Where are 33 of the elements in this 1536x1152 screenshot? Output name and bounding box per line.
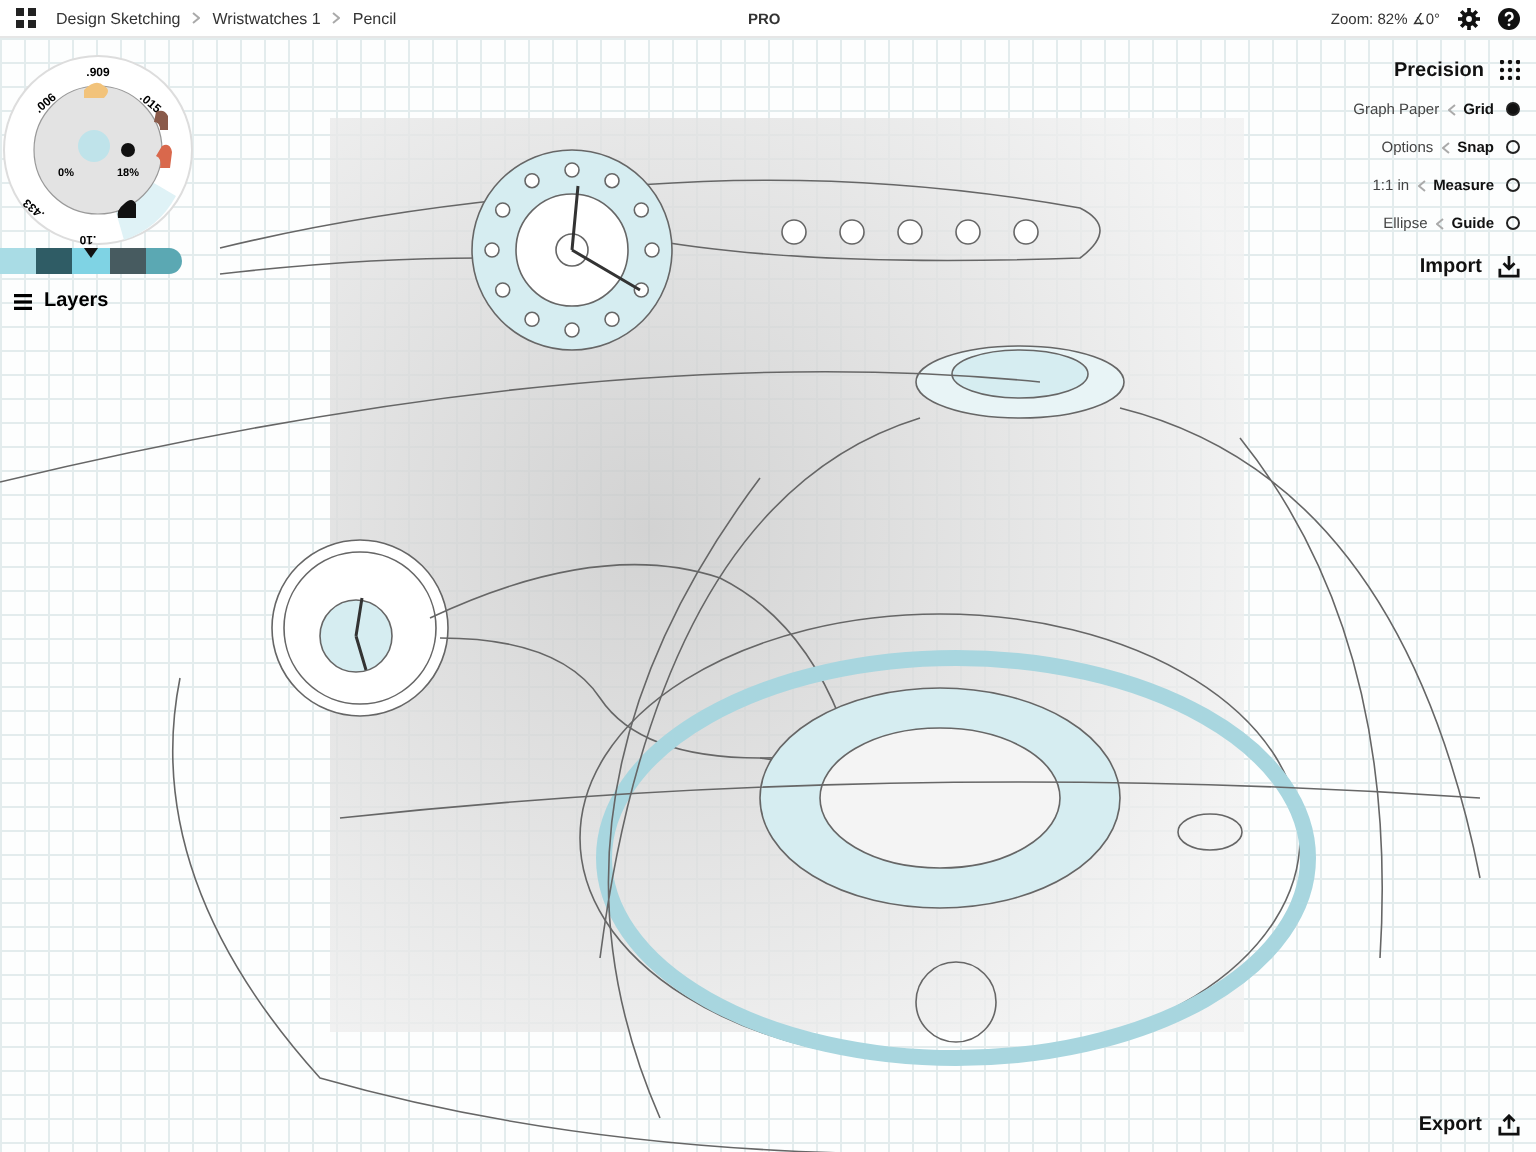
help-icon[interactable] [1498,7,1520,29]
chevron-icon [1417,179,1426,191]
chevron-icon [1441,141,1450,153]
color-swatch[interactable] [109,248,146,274]
color-swatch[interactable] [36,248,73,274]
contrast-icon[interactable] [121,143,135,157]
menu-icon[interactable] [14,293,32,309]
toggle-dot[interactable] [1506,140,1520,154]
breadcrumb-link[interactable]: Pencil [352,9,397,27]
layers-button[interactable]: Layers [44,290,109,312]
upload-icon[interactable] [1498,1114,1520,1136]
settings-icon[interactable] [1458,7,1480,29]
dot-grid-icon[interactable] [1500,60,1520,80]
chevron-icon [332,12,341,24]
brush-icon[interactable] [117,200,136,218]
download-icon[interactable] [1498,255,1520,277]
toggle-dot[interactable] [1506,178,1520,192]
breadcrumb-link[interactable]: Wristwatches 1 [212,9,321,27]
chevron-icon [1447,103,1456,115]
export-button[interactable]: Export [1418,1114,1482,1136]
chevron-icon [1435,217,1444,229]
selected-triangle-icon [84,248,98,258]
breadcrumb-link[interactable]: Design Sketching [56,9,181,27]
color-swatch[interactable] [0,248,37,274]
precision-title[interactable]: Precision [1393,59,1484,81]
import-button[interactable]: Import [1419,255,1482,277]
color-swatch[interactable] [72,248,110,274]
toggle-dot[interactable] [1506,216,1520,230]
color-swatch[interactable] [145,248,183,274]
grid-menu-icon[interactable] [16,8,36,28]
brush-icon[interactable] [154,110,168,130]
toggle-dot[interactable] [1506,102,1520,116]
chevron-icon [192,12,201,24]
